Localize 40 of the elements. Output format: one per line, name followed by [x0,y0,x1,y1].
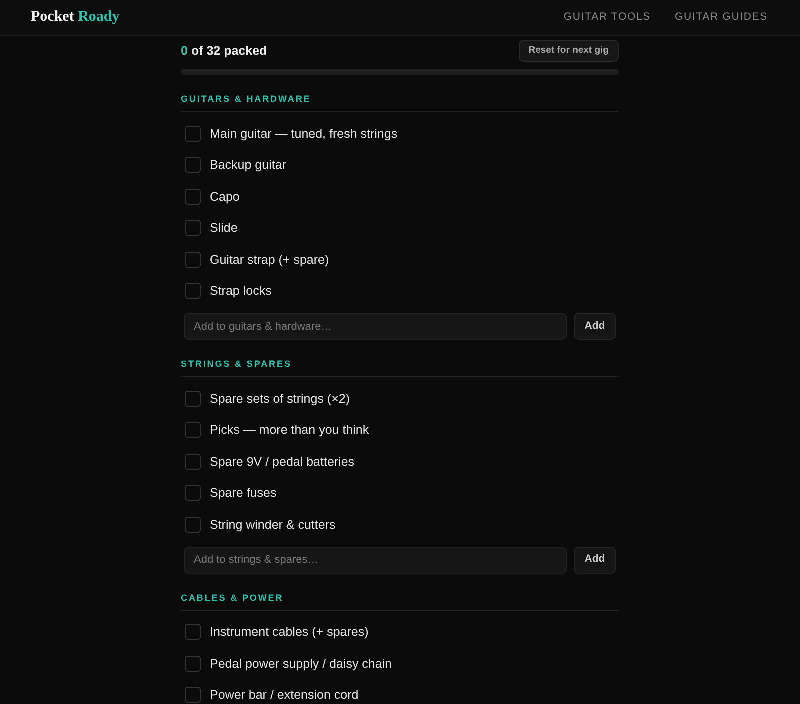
site-logo[interactable]: Pocket Roady [31,6,120,29]
checkbox[interactable] [185,220,201,236]
checkbox[interactable] [185,252,201,268]
item-label: Main guitar — tuned, fresh strings [210,126,398,142]
checkbox[interactable] [185,687,201,704]
checkbox[interactable] [185,624,201,640]
item-label: Spare fuses [210,485,277,502]
packed-count: 0 of 32 packed [181,42,268,60]
checkbox[interactable] [185,485,201,502]
checkbox[interactable] [185,390,201,407]
section-heading: STRINGS & SPARES [181,358,292,370]
reset-button[interactable]: Reset for next gig [518,40,619,62]
checkbox[interactable] [185,656,201,672]
item-label: String winder & cutters [210,516,336,533]
checkbox[interactable] [185,126,201,142]
checkbox[interactable] [185,157,201,174]
add-item-field[interactable]: Add to guitars & hardware… [184,313,567,340]
section-heading: GUITARS & HARDWARE [181,93,312,105]
section-heading: CABLES & POWER [181,592,284,604]
add-button[interactable]: Add [574,546,616,574]
item-label: Guitar strap (+ spare) [210,252,330,268]
add-item-field[interactable]: Add to strings & spares… [184,546,567,574]
add-button[interactable]: Add [574,313,616,340]
item-label: Picks — more than you think [210,422,370,438]
item-label: Capo [210,188,240,205]
item-label: Strap locks [210,283,272,300]
checkbox[interactable] [185,283,201,300]
item-label: Backup guitar [210,157,286,174]
checkbox[interactable] [185,422,201,438]
checkbox[interactable] [185,516,201,533]
item-label: Spare 9V / pedal batteries [210,454,355,470]
item-label: Power bar / extension cord [210,687,359,704]
item-label: Slide [210,220,238,236]
nav-link[interactable]: GUITAR GUIDES [675,10,768,26]
item-label: Spare sets of strings (×2) [210,390,350,407]
item-label: Pedal power supply / daisy chain [210,656,392,672]
checkbox[interactable] [185,188,201,205]
item-label: Instrument cables (+ spares) [210,624,369,640]
nav-link[interactable]: GUITAR TOOLS [564,10,652,26]
checkbox[interactable] [185,454,201,470]
